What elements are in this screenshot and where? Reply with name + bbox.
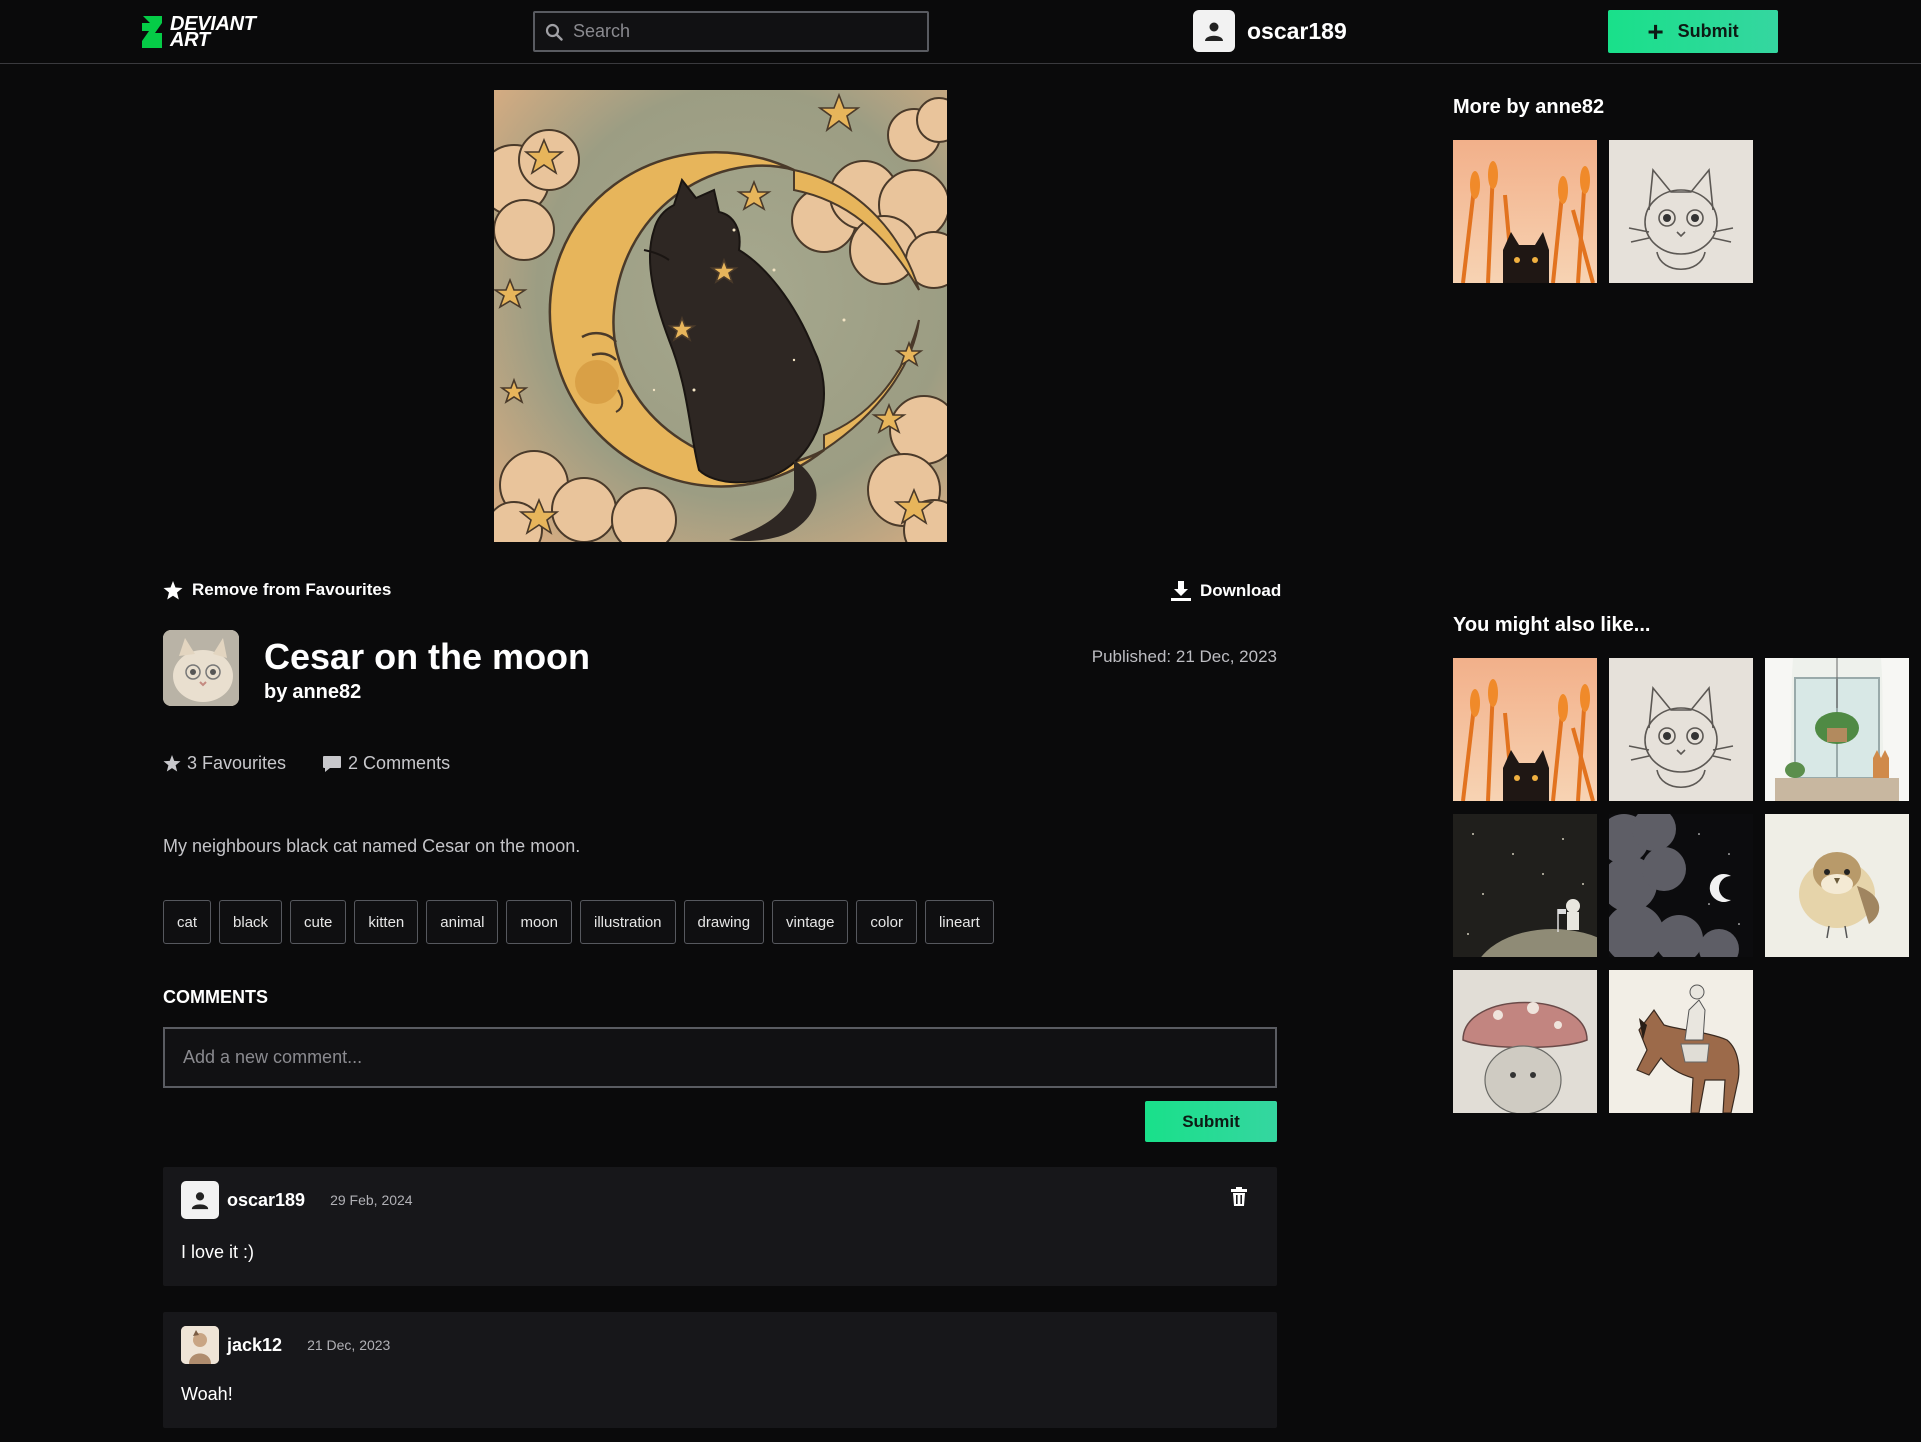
artwork-title: Cesar on the moon [264,636,591,677]
star-icon [163,580,183,599]
comment-username[interactable]: jack12 [227,1335,282,1356]
thumbnail[interactable] [1453,140,1597,283]
artwork-stats: 3 Favourites 2 Comments [163,753,486,774]
author-link[interactable]: anne82 [292,681,361,703]
tag[interactable]: cat [163,900,212,944]
comment-input[interactable] [163,1027,1277,1088]
more-by-heading: More by anne82 [1453,96,1605,118]
thumbnail[interactable] [1453,658,1597,801]
comments-count[interactable]: 2 Comments [322,753,450,774]
cat-photo-avatar-icon [163,630,239,706]
favourites-count[interactable]: 3 Favourites [163,753,286,774]
deviantart-logo-icon [142,16,162,48]
avatar [1193,10,1235,52]
favourites-label: 3 Favourites [187,753,287,773]
thumbnail[interactable] [1765,658,1909,801]
download-label: Download [1200,581,1282,600]
tag[interactable]: drawing [683,900,765,944]
artwork-description: My neighbours black cat named Cesar on t… [163,836,581,856]
comment-card: jack12 21 Dec, 2023 Woah! [163,1312,1277,1428]
avatar[interactable] [181,1181,219,1219]
trash-icon [1231,1187,1247,1206]
horse-rider-icon [1609,970,1753,1113]
plus-icon: + [1647,15,1664,47]
sparrow-icon [1765,814,1909,957]
comment-submit-button[interactable]: Submit [1145,1101,1277,1142]
comment-text: I love it :) [181,1242,255,1262]
favourite-action-label: Remove from Favourites [192,580,392,599]
user-menu[interactable]: oscar189 [1193,10,1347,52]
artwork-image[interactable] [478,90,965,561]
mushroom-hedgehog-icon [1453,970,1597,1113]
cat-sketch-icon [1609,140,1753,283]
thumbnail[interactable] [1609,814,1753,957]
comment-text: Woah! [181,1384,233,1404]
comment-date: 21 Dec, 2023 [307,1337,391,1353]
thumbnail[interactable] [1765,814,1909,957]
window-plant-cat-icon [1765,658,1909,801]
wheat-field-cat-icon [1453,658,1597,801]
download-icon [1171,581,1191,601]
thumbnail[interactable] [1453,970,1597,1113]
published-date: Published: 21 Dec, 2023 [1091,647,1277,666]
author-avatar[interactable] [163,630,239,706]
byline: by anne82 [264,681,361,704]
search-icon [545,23,563,41]
comment-username[interactable]: oscar189 [227,1190,305,1211]
astronaut-moon-icon [1453,814,1597,957]
by-prefix: by [264,681,288,703]
user-photo-icon [181,1326,219,1364]
delete-comment-button[interactable] [1231,1187,1247,1211]
deviantart-logo[interactable]: DEVIANT ART [140,12,256,52]
comments-heading: COMMENTS [163,987,268,1007]
submit-deviation-button[interactable]: + Submit [1608,10,1778,53]
tag[interactable]: moon [506,900,572,944]
user-icon [191,1192,209,1210]
tag[interactable]: lineart [924,900,994,944]
username: oscar189 [1247,17,1347,44]
cat-sketch-icon [1609,658,1753,801]
search-input[interactable] [573,21,913,42]
top-bar: DEVIANT ART oscar189 + Submit [0,0,1921,64]
you-might-also-like-heading: You might also like... [1453,614,1651,636]
star-icon [163,755,181,772]
thumbnail[interactable] [1453,814,1597,957]
tag[interactable]: color [856,900,917,944]
tag[interactable]: vintage [772,900,849,944]
thumbnail[interactable] [1609,970,1753,1113]
comment-card: oscar189 29 Feb, 2024 I love it :) [163,1167,1277,1286]
tag[interactable]: black [219,900,283,944]
tag-list: cat black cute kitten animal moon illust… [163,900,994,944]
comment-date: 29 Feb, 2024 [330,1192,413,1208]
comments-label: 2 Comments [348,753,451,773]
thumbnail[interactable] [1609,658,1753,801]
tag[interactable]: illustration [579,900,676,944]
comment-bubble-icon [323,755,342,772]
download-button[interactable]: Download [1170,580,1281,602]
submit-label: Submit [1677,21,1739,41]
tag[interactable]: kitten [354,900,419,944]
tag[interactable]: animal [426,900,499,944]
avatar[interactable] [181,1326,219,1364]
user-icon [1205,22,1223,41]
wheat-field-cat-icon [1453,140,1597,283]
crescent-moon-cat-illustration [478,90,965,561]
remove-from-favourites-button[interactable]: Remove from Favourites [163,580,391,600]
tag[interactable]: cute [290,900,347,944]
search-bar[interactable] [533,11,929,52]
thumbnail[interactable] [1609,140,1753,283]
night-clouds-moon-icon [1609,814,1753,957]
